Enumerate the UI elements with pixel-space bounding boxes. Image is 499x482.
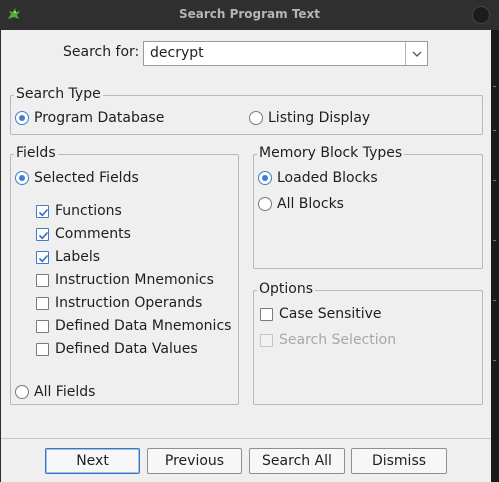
all-blocks-label: All Blocks bbox=[277, 196, 344, 212]
search-all-button[interactable]: Search All bbox=[249, 448, 345, 474]
checkbox-checked[interactable] bbox=[36, 204, 49, 218]
program-database-label: Program Database bbox=[34, 110, 165, 126]
window-edge bbox=[491, 30, 499, 482]
checkbox-instruction-mnemonics[interactable]: Instruction Mnemonics bbox=[36, 272, 214, 288]
options-group: Options Case Sensitive Search Selection bbox=[253, 281, 483, 405]
selected-fields-label: Selected Fields bbox=[34, 170, 139, 186]
checkbox-defined-data-mnemonics[interactable]: Defined Data Mnemonics bbox=[36, 318, 231, 334]
previous-button[interactable]: Previous bbox=[147, 448, 242, 474]
radio-button-selected[interactable] bbox=[15, 171, 29, 185]
search-type-legend: Search Type bbox=[14, 86, 103, 102]
window-title: Search Program Text bbox=[178, 7, 321, 21]
search-dialog: Search for: decrypt Search Type Program … bbox=[1, 30, 491, 482]
checkbox-instruction-operands[interactable]: Instruction Operands bbox=[36, 295, 202, 311]
checkbox-disabled bbox=[260, 333, 273, 347]
memory-block-types-group: Memory Block Types Loaded Blocks All Blo… bbox=[253, 145, 483, 269]
chevron-down-icon[interactable] bbox=[405, 42, 427, 65]
radio-program-database[interactable]: Program Database bbox=[15, 110, 164, 126]
defined-data-mnemonics-label: Defined Data Mnemonics bbox=[55, 318, 232, 334]
listing-display-label: Listing Display bbox=[268, 110, 371, 126]
checkbox-functions[interactable]: Functions bbox=[36, 203, 122, 219]
radio-button-selected[interactable] bbox=[258, 171, 272, 185]
radio-loaded-blocks[interactable]: Loaded Blocks bbox=[258, 170, 378, 186]
radio-button[interactable] bbox=[15, 385, 29, 399]
radio-all-fields[interactable]: All Fields bbox=[15, 384, 95, 400]
window-close-button[interactable] bbox=[472, 6, 490, 24]
search-input[interactable]: decrypt bbox=[144, 42, 405, 65]
fields-group: Fields Selected Fields Functions Comment… bbox=[10, 145, 239, 405]
radio-selected-fields[interactable]: Selected Fields bbox=[15, 170, 139, 186]
labels-label: Labels bbox=[55, 249, 101, 265]
defined-data-values-label: Defined Data Values bbox=[55, 341, 198, 357]
dismiss-button[interactable]: Dismiss bbox=[351, 448, 447, 474]
checkbox-labels[interactable]: Labels bbox=[36, 249, 100, 265]
checkbox[interactable] bbox=[36, 273, 49, 287]
fields-legend: Fields bbox=[14, 145, 58, 161]
checkbox-search-selection: Search Selection bbox=[260, 332, 396, 348]
radio-button-selected[interactable] bbox=[15, 111, 29, 125]
checkbox-comments[interactable]: Comments bbox=[36, 226, 131, 242]
instruction-operands-label: Instruction Operands bbox=[55, 295, 203, 311]
checkbox-defined-data-values[interactable]: Defined Data Values bbox=[36, 341, 198, 357]
checkbox[interactable] bbox=[260, 307, 273, 321]
search-combobox[interactable]: decrypt bbox=[143, 41, 428, 66]
checkbox-checked[interactable] bbox=[36, 250, 49, 264]
next-button[interactable]: Next bbox=[45, 448, 140, 474]
memory-block-types-legend: Memory Block Types bbox=[257, 145, 405, 161]
checkbox[interactable] bbox=[36, 342, 49, 356]
radio-listing-display[interactable]: Listing Display bbox=[249, 110, 370, 126]
options-legend: Options bbox=[257, 281, 316, 297]
button-bar-separator bbox=[1, 438, 491, 439]
comments-label: Comments bbox=[55, 226, 131, 242]
search-selection-label: Search Selection bbox=[279, 332, 397, 348]
checkbox[interactable] bbox=[36, 319, 49, 333]
functions-label: Functions bbox=[55, 203, 122, 219]
all-fields-label: All Fields bbox=[34, 384, 96, 400]
radio-button[interactable] bbox=[258, 197, 272, 211]
checkbox-checked[interactable] bbox=[36, 227, 49, 241]
case-sensitive-label: Case Sensitive bbox=[279, 306, 382, 322]
checkbox-case-sensitive[interactable]: Case Sensitive bbox=[260, 306, 382, 322]
instruction-mnemonics-label: Instruction Mnemonics bbox=[55, 272, 214, 288]
loaded-blocks-label: Loaded Blocks bbox=[277, 170, 378, 186]
search-type-group: Search Type Program Database Listing Dis… bbox=[10, 86, 483, 135]
radio-button[interactable] bbox=[249, 111, 263, 125]
checkbox[interactable] bbox=[36, 296, 49, 310]
search-label: Search for: bbox=[63, 44, 140, 60]
title-bar: Search Program Text bbox=[0, 0, 499, 30]
radio-all-blocks[interactable]: All Blocks bbox=[258, 196, 344, 212]
